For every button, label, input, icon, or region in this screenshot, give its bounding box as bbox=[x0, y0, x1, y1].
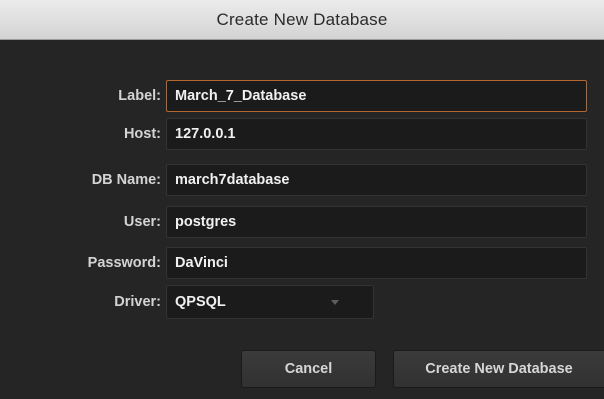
driver-field-caption: Driver: bbox=[114, 294, 161, 310]
host-field-caption: Host: bbox=[123, 126, 161, 142]
chevron-down-icon[interactable] bbox=[331, 300, 339, 305]
user-field-caption: User: bbox=[123, 214, 161, 230]
dialog-title: Create New Database bbox=[216, 9, 388, 29]
password-field-caption: Password: bbox=[87, 255, 161, 271]
driver-selected-value: QPSQL bbox=[175, 294, 226, 310]
dialog-titlebar[interactable]: Create New Database bbox=[0, 0, 604, 40]
cancel-button[interactable]: Cancel bbox=[241, 350, 376, 388]
host-input[interactable]: 127.0.0.1 bbox=[166, 118, 587, 150]
create-database-dialog: Create New Database Label: March_7_Datab… bbox=[0, 0, 604, 399]
label-field-caption: Label: bbox=[118, 88, 161, 104]
label-input[interactable]: March_7_Database bbox=[166, 80, 587, 112]
driver-select[interactable]: QPSQL bbox=[166, 285, 374, 319]
db-name-input[interactable]: march7database bbox=[166, 164, 587, 196]
user-input[interactable]: postgres bbox=[166, 206, 587, 238]
db-name-field-caption: DB Name: bbox=[91, 172, 161, 188]
create-new-database-button[interactable]: Create New Database bbox=[393, 350, 604, 388]
password-input[interactable]: DaVinci bbox=[166, 247, 587, 279]
